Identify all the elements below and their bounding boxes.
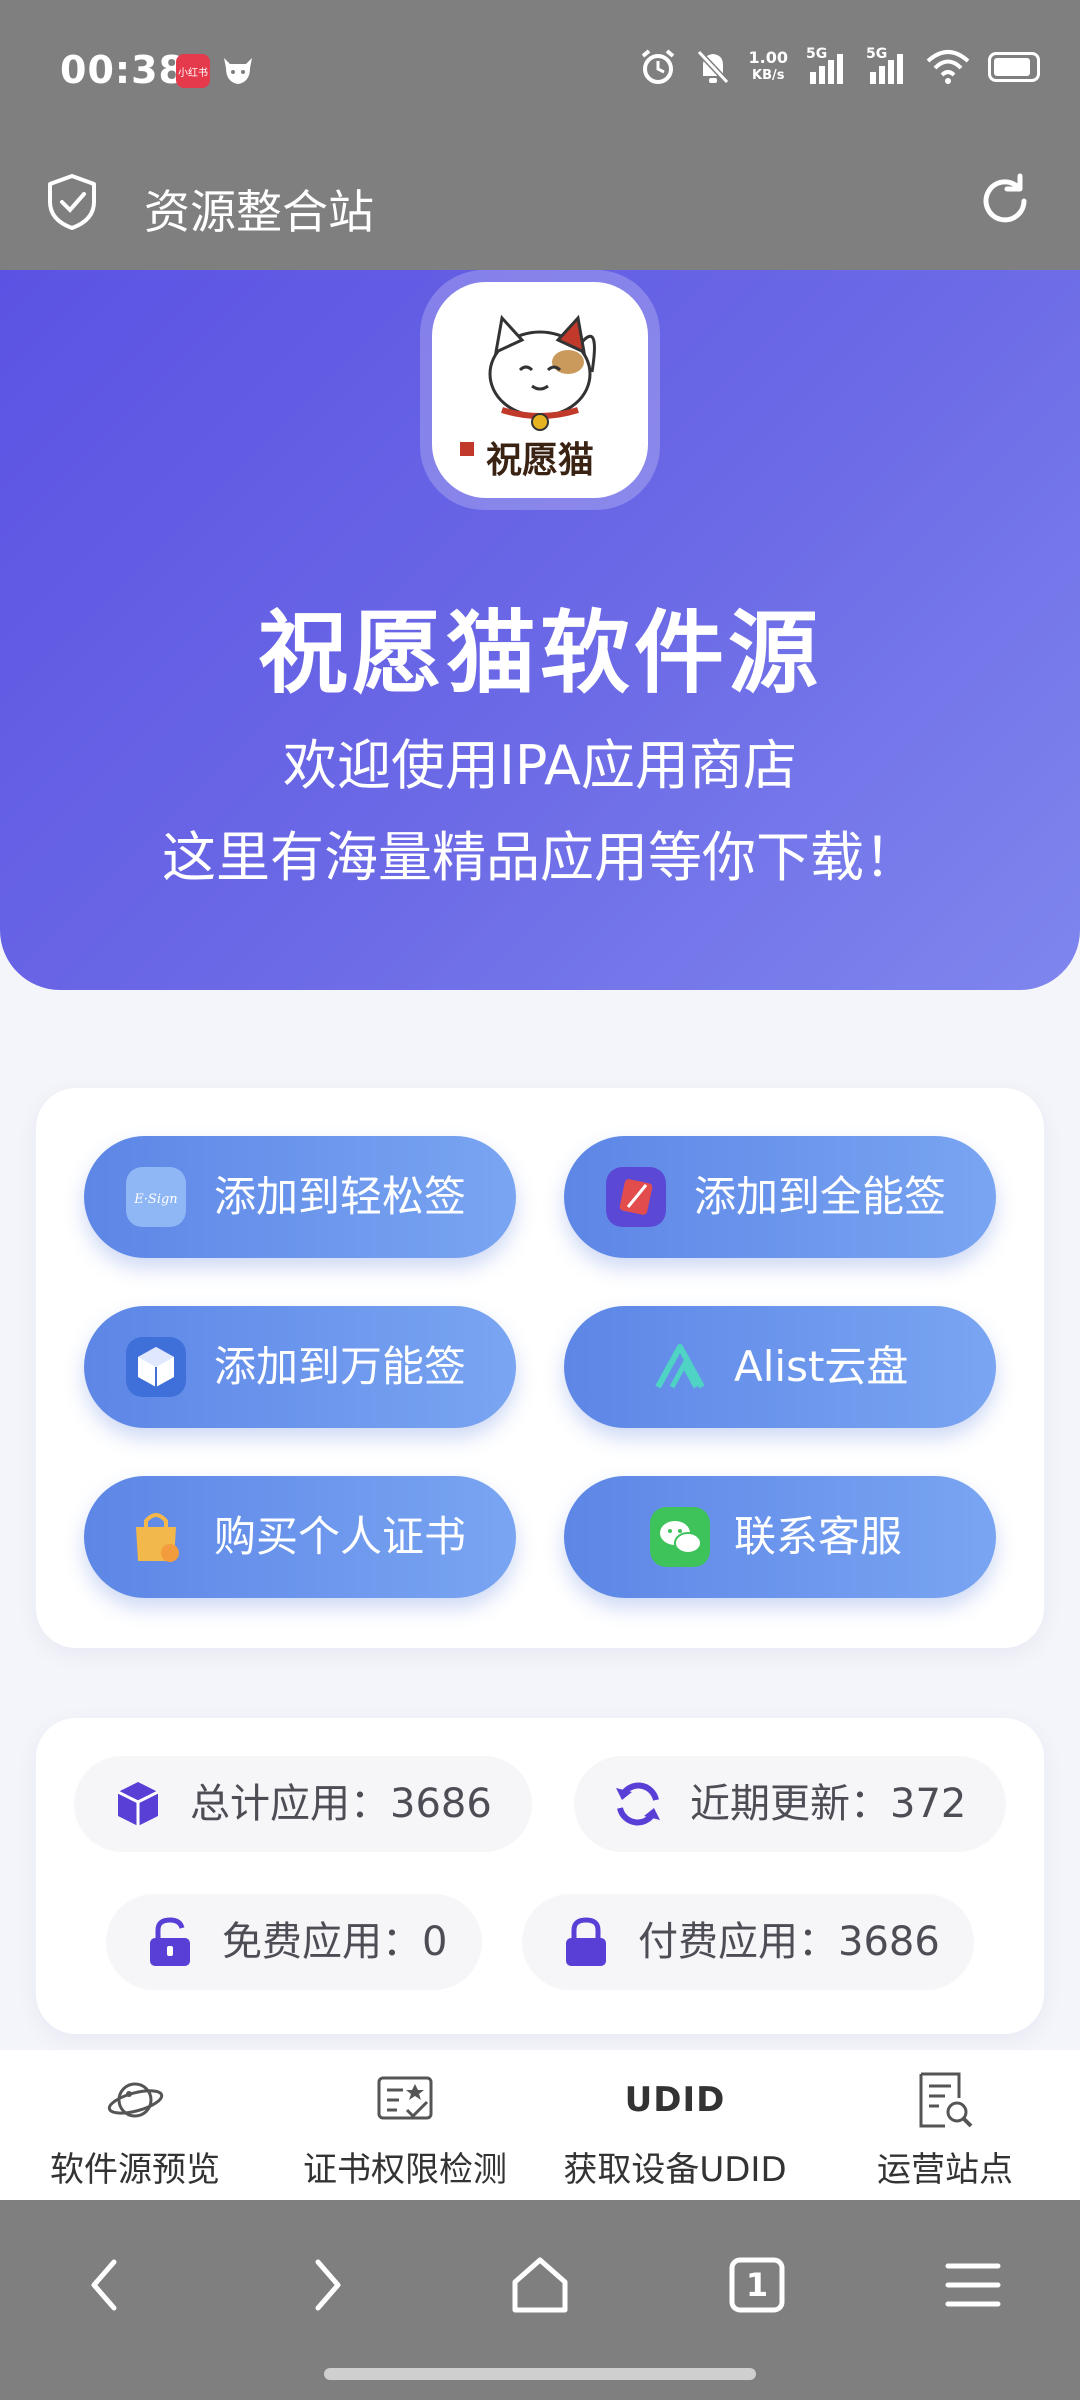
stat-total-text: 总计应用：3686 xyxy=(190,1781,492,1827)
svg-text:祝愿猫: 祝愿猫 xyxy=(486,439,594,481)
signal-icon-2: 5G xyxy=(866,46,908,84)
stat-free: 免费应用：0 xyxy=(106,1894,482,1990)
add-esign-button[interactable]: E·Sign 添加到轻松签 xyxy=(84,1136,516,1258)
hero-subtitle-line1: 欢迎使用IPA应用商店 xyxy=(283,734,797,797)
tab-get-udid-label: 获取设备UDID xyxy=(563,2150,787,2190)
tab-get-udid[interactable]: UDID 获取设备UDID xyxy=(540,2050,810,2200)
lucky-cat-icon: 祝愿猫 xyxy=(460,314,596,481)
forward-icon[interactable] xyxy=(290,2250,360,2320)
app-bar: 资源整合站 xyxy=(0,140,1080,270)
stat-paid-text: 付费应用：3686 xyxy=(638,1919,940,1965)
cube-icon xyxy=(126,1337,186,1397)
alist-icon xyxy=(655,1344,705,1389)
shopping-bag-icon xyxy=(136,1513,179,1562)
buy-certificate-label: 购买个人证书 xyxy=(214,1512,467,1561)
stats-card: 总计应用：3686 近期更新：372 免费应用：0 付费应用：3686 xyxy=(36,1718,1044,2034)
hero-title: 祝愿猫软件源 xyxy=(258,601,822,706)
certificate-icon xyxy=(377,2076,433,2120)
status-bar: 00:38 小红书 1.00 KB/s 5G 5G xyxy=(0,0,1080,140)
hero-banner: 祝愿猫 祝愿猫软件源 欢迎使用IPA应用商店 这里有海量精品应用等你下载！ xyxy=(0,270,1080,990)
box-icon xyxy=(117,1782,159,1826)
menu-icon[interactable] xyxy=(938,2250,1008,2320)
unlock-icon xyxy=(150,1917,190,1966)
page-title: 资源整合站 xyxy=(144,185,374,239)
bottom-tab-bar: 软件源预览 证书权限检测 UDID 获取设备UDID 运营站点 xyxy=(0,2050,1080,2200)
add-quanneng-label: 添加到全能签 xyxy=(694,1172,947,1221)
lock-icon xyxy=(566,1917,606,1966)
stat-total: 总计应用：3686 xyxy=(74,1756,532,1852)
mute-bell-icon xyxy=(696,49,729,85)
signal-icon: 5G xyxy=(806,46,848,84)
planet-icon xyxy=(107,2082,164,2118)
add-wanneng-button[interactable]: 添加到万能签 xyxy=(84,1306,516,1428)
tab-source-preview[interactable]: 软件源预览 xyxy=(0,2050,270,2200)
sync-icon xyxy=(616,1782,660,1826)
wifi-icon xyxy=(926,50,970,84)
hero-subtitle-line2: 这里有海量精品应用等你下载！ xyxy=(162,826,918,889)
wechat-icon xyxy=(650,1507,710,1567)
alist-cloud-button[interactable]: Alist云盘 xyxy=(564,1306,996,1428)
back-icon[interactable] xyxy=(72,2250,142,2320)
buy-certificate-button[interactable]: 购买个人证书 xyxy=(84,1476,516,1598)
network-speed: 1.00 KB/s xyxy=(748,48,788,84)
stat-recent: 近期更新：372 xyxy=(574,1756,1006,1852)
home-indicator[interactable] xyxy=(324,2368,756,2380)
tab-certificate-check[interactable]: 证书权限检测 xyxy=(270,2050,540,2200)
add-wanneng-label: 添加到万能签 xyxy=(214,1342,467,1391)
tab-operation-site[interactable]: 运营站点 xyxy=(810,2050,1080,2200)
tabs-button[interactable]: 1 xyxy=(722,2250,792,2320)
notification-app-icon: 小红书 xyxy=(176,54,210,88)
esign-icon: E·Sign xyxy=(126,1167,186,1227)
tabs-count: 1 xyxy=(745,2266,769,2304)
contact-support-label: 联系客服 xyxy=(734,1512,903,1561)
cow-app-icon xyxy=(224,58,252,84)
shield-check-icon[interactable] xyxy=(44,172,100,232)
stat-paid: 付费应用：3686 xyxy=(522,1894,974,1990)
svg-text:E·Sign: E·Sign xyxy=(133,1192,177,1207)
contact-support-button[interactable]: 联系客服 xyxy=(564,1476,996,1598)
udid-icon: UDID xyxy=(624,2080,726,2120)
alist-cloud-label: Alist云盘 xyxy=(734,1342,909,1391)
add-quanneng-button[interactable]: 添加到全能签 xyxy=(564,1136,996,1258)
tab-source-preview-label: 软件源预览 xyxy=(50,2150,220,2190)
app-logo: 祝愿猫 xyxy=(432,282,648,498)
stat-recent-text: 近期更新：372 xyxy=(690,1781,967,1827)
add-esign-label: 添加到轻松签 xyxy=(214,1172,467,1221)
home-icon[interactable] xyxy=(505,2250,575,2320)
alarm-icon xyxy=(641,49,674,84)
tab-operation-site-label: 运营站点 xyxy=(877,2150,1013,2190)
quanneng-icon xyxy=(606,1167,666,1227)
battery-icon xyxy=(988,52,1040,82)
status-time: 00:38 xyxy=(60,48,186,92)
hero-subtitle: 欢迎使用IPA应用商店 这里有海量精品应用等你下载！ xyxy=(0,720,1080,904)
document-search-icon xyxy=(919,2072,973,2128)
tab-certificate-check-label: 证书权限检测 xyxy=(303,2150,507,2190)
stat-free-text: 免费应用：0 xyxy=(222,1919,448,1965)
actions-card: E·Sign 添加到轻松签 添加到全能签 添加到万能签 Alist云盘 购买个人… xyxy=(36,1088,1044,1648)
refresh-icon[interactable] xyxy=(974,170,1036,232)
